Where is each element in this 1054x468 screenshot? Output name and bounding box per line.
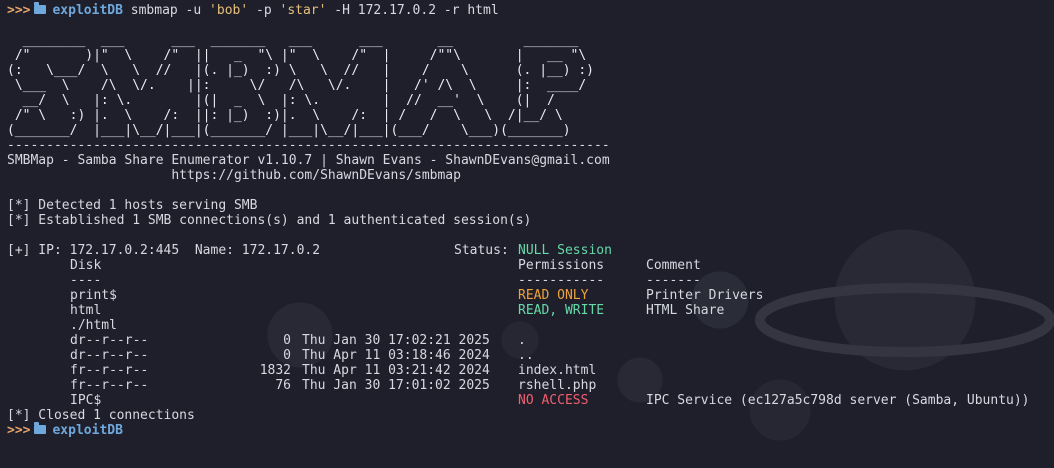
banner-art-line: \___ \ /\ \/. ||: \/ /\ \/. | /' /\ \ |:… [7, 78, 587, 93]
listing-path: ./html [7, 318, 1050, 333]
share-name: print$ [70, 288, 117, 303]
file-size: 1832 [259, 363, 291, 378]
file-mode: fr--r--r-- [70, 363, 149, 378]
file-row: fr--r--r-- 76 Thu Jan 30 17:01:02 2025 r… [7, 378, 1050, 393]
file-mode: dr--r--r-- [70, 333, 149, 348]
file-date: Thu Jan 30 17:02:21 2025 [302, 333, 490, 348]
file-date: Thu Jan 30 17:01:02 2025 [302, 378, 490, 393]
banner-art-line: ________ ___ ___ _______ ___ ___ __ ____… [7, 33, 579, 48]
comment-rule: ------- [646, 273, 701, 288]
file-name: index.html [518, 363, 597, 378]
disk-rule: ---- [70, 273, 102, 288]
file-name: rshell.php [518, 378, 597, 393]
share-row: html READ, WRITE HTML Share [7, 303, 1050, 318]
share-permissions: READ ONLY [518, 288, 589, 303]
terminal-output: >>> exploitDB smbmap -u 'bob' -p 'star' -… [7, 2, 1050, 438]
banner-art-line: __/ \ |: \. |(| _ \ |: \. | // __' \ (| … [7, 93, 555, 108]
banner-info: SMBMap - Samba Share Enumerator v1.10.7 … [7, 153, 610, 168]
banner-art-line: (: \___/ \ \ // |(. |_) :) \ \ // | / \ … [7, 63, 594, 78]
file-mode: fr--r--r-- [70, 378, 149, 393]
share-row: IPC$ NO ACCESS IPC Service (ec127a5c798d… [7, 393, 1050, 408]
banner-art-line: /" \ :) |. \ /: ||: |_) :)|. \ /: | / / … [7, 108, 563, 123]
file-name: .. [518, 348, 534, 363]
share-row: print$ READ ONLY Printer Drivers [7, 288, 1050, 303]
file-size: 0 [283, 348, 291, 363]
share-permissions: NO ACCESS [518, 393, 589, 408]
file-size: 76 [275, 378, 291, 393]
folder-icon [34, 2, 47, 14]
shares-header: Disk Permissions Comment [7, 258, 1050, 273]
file-date: Thu Apr 11 03:18:46 2024 [302, 348, 490, 363]
banner-url: https://github.com/ShawnDEvans/smbmap [7, 168, 461, 183]
host-status-line: [+] IP: 172.17.0.2:445 Name: 172.17.0.2 … [7, 243, 1050, 258]
listing-path-text: ./html [70, 318, 117, 333]
disk-header: Disk [70, 258, 102, 273]
prompt-directory: exploitDB [52, 3, 123, 18]
command-string: 'star' [279, 3, 327, 18]
prompt-arrows: >>> [7, 3, 31, 18]
command-part: -H 172.17.0.2 -r html [326, 3, 499, 18]
command-part: -p [248, 3, 280, 18]
file-mode: dr--r--r-- [70, 348, 149, 363]
share-comment: IPC Service (ec127a5c798d server (Samba,… [646, 393, 1030, 408]
file-name: . [518, 333, 526, 348]
file-size: 0 [283, 333, 291, 348]
shares-header-rule: ---- ----------- ------- [7, 273, 1050, 288]
status-label: Status: [454, 243, 517, 258]
folder-icon [34, 422, 47, 434]
file-date: Thu Apr 11 03:21:42 2024 [302, 363, 490, 378]
command-prompt-line[interactable]: >>> exploitDB [7, 422, 1050, 438]
command-string: 'bob' [209, 3, 249, 18]
share-name: html [70, 303, 102, 318]
banner-separator: ----------------------------------------… [7, 138, 610, 153]
prompt-directory: exploitDB [52, 423, 123, 438]
share-name: IPC$ [70, 393, 102, 408]
comment-header: Comment [646, 258, 701, 273]
command-prompt-line: >>> exploitDB smbmap -u 'bob' -p 'star' -… [7, 2, 1050, 18]
share-comment: Printer Drivers [646, 288, 764, 303]
established-message: [*] Established 1 SMB connections(s) and… [7, 213, 532, 228]
banner-art-line: /" )|" \ /" || _ "\ |" \ /" | /""\ | __ … [7, 48, 587, 63]
file-row: fr--r--r-- 1832 Thu Apr 11 03:21:42 2024… [7, 363, 1050, 378]
host-info: [+] IP: 172.17.0.2:445 Name: 172.17.0.2 [7, 243, 321, 258]
file-row: dr--r--r-- 0 Thu Jan 30 17:02:21 2025 . [7, 333, 1050, 348]
status-value: NULL Session [518, 243, 612, 258]
share-permissions: READ, WRITE [518, 303, 605, 318]
command-part: smbmap -u [130, 3, 210, 18]
share-comment: HTML Share [646, 303, 725, 318]
file-row: dr--r--r-- 0 Thu Apr 11 03:18:46 2024 .. [7, 348, 1050, 363]
banner-art-line: (_______/ |___|\__/|___|(_______/ |___|\… [7, 123, 571, 138]
permissions-rule: ----------- [518, 273, 605, 288]
permissions-header: Permissions [518, 258, 605, 273]
detected-message: [*] Detected 1 hosts serving SMB [7, 198, 258, 213]
closed-message: [*] Closed 1 connections [7, 408, 195, 423]
